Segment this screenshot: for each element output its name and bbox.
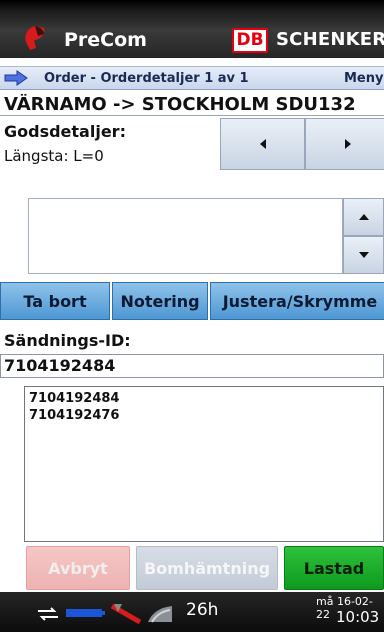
brand-name: SCHENKER xyxy=(276,29,384,50)
chevron-right-icon xyxy=(344,139,351,149)
list-item[interactable]: 7104192476 xyxy=(29,408,119,423)
menu-button[interactable]: Meny xyxy=(344,71,383,86)
loaded-button[interactable]: Lastad xyxy=(284,546,384,590)
list-item[interactable]: 7104192484 xyxy=(29,391,119,406)
sync-icon xyxy=(38,607,58,621)
shipment-id-list[interactable]: 7104192484 7104192476 xyxy=(24,386,384,542)
battery-icon xyxy=(66,609,105,617)
signal-icon xyxy=(110,603,142,624)
hours-remaining: 26h xyxy=(186,600,219,620)
arrow-up-icon xyxy=(358,214,369,220)
shipment-id-label: Sändnings-ID: xyxy=(4,331,131,350)
goods-length: Längsta: L=0 xyxy=(4,147,104,165)
next-button[interactable] xyxy=(305,118,384,170)
forward-arrow-icon[interactable] xyxy=(4,70,28,86)
goods-details-title: Godsdetaljer: xyxy=(4,122,126,141)
route-header: VÄRNAMO -> STOCKHOLM SDU132 xyxy=(0,94,384,116)
adjust-button[interactable]: Justera/Skrymme xyxy=(210,282,384,320)
chevron-left-icon xyxy=(259,139,266,149)
note-button[interactable]: Notering xyxy=(112,282,208,320)
scroll-up-button[interactable] xyxy=(343,198,384,236)
status-time: 10:03 xyxy=(336,608,380,626)
db-logo: DB xyxy=(232,28,268,53)
shipment-id-input[interactable]: 7104192484 xyxy=(0,354,384,378)
remove-button[interactable]: Ta bort xyxy=(0,282,110,320)
previous-button[interactable] xyxy=(220,118,305,170)
goods-text-area[interactable] xyxy=(28,198,343,274)
pickup-button[interactable]: Bomhämtning xyxy=(136,546,278,590)
scroll-down-button[interactable] xyxy=(343,236,384,274)
screen-title: Order - Orderdetaljer 1 av 1 xyxy=(44,71,249,86)
cancel-button[interactable]: Avbryt xyxy=(26,546,130,590)
arrow-down-icon xyxy=(358,252,369,258)
app-title: PreCom xyxy=(64,29,147,51)
antenna-icon xyxy=(148,606,172,623)
logo-icon xyxy=(25,26,45,50)
